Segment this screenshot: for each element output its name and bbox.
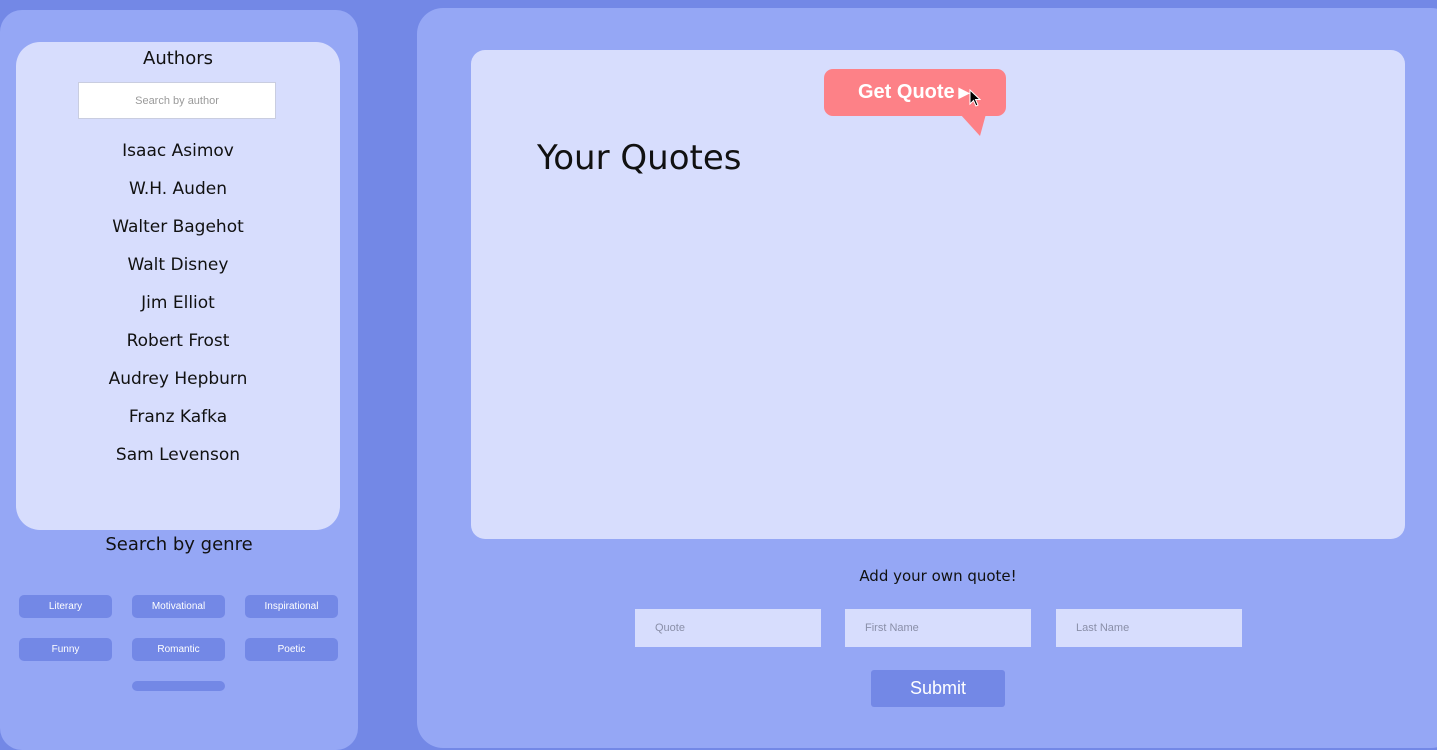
first-name-input[interactable]	[845, 609, 1031, 647]
quotes-card: Your Quotes	[471, 50, 1405, 539]
author-list: Isaac Asimov W.H. Auden Walter Bagehot W…	[16, 140, 340, 482]
genre-button-partial[interactable]	[132, 681, 225, 691]
author-list-item[interactable]: Franz Kafka	[16, 406, 340, 444]
authors-title: Authors	[143, 48, 213, 69]
last-name-input[interactable]	[1056, 609, 1242, 647]
genre-button-funny[interactable]: Funny	[19, 638, 112, 661]
author-list-item[interactable]: Walt Disney	[16, 254, 340, 292]
submit-button[interactable]: Submit	[871, 670, 1005, 707]
author-list-item[interactable]: Walter Bagehot	[16, 216, 340, 254]
quote-input[interactable]	[635, 609, 821, 647]
genre-button-literary[interactable]: Literary	[19, 595, 112, 618]
mouse-cursor-icon	[969, 89, 981, 107]
author-list-item[interactable]: Audrey Hepburn	[16, 368, 340, 406]
genre-button-poetic[interactable]: Poetic	[245, 638, 338, 661]
genre-button-inspirational[interactable]: Inspirational	[245, 595, 338, 618]
authors-card: Authors Isaac Asimov W.H. Auden Walter B…	[16, 42, 340, 530]
author-list-item[interactable]: W.H. Auden	[16, 178, 340, 216]
play-icon: ▶	[958, 84, 970, 100]
author-list-item[interactable]: Jim Elliot	[16, 292, 340, 330]
genre-title: Search by genre	[105, 534, 253, 555]
author-search-input[interactable]	[78, 82, 276, 119]
genre-button-romantic[interactable]: Romantic	[132, 638, 225, 661]
author-list-item[interactable]: Robert Frost	[16, 330, 340, 368]
quotes-title: Your Quotes	[537, 138, 742, 178]
add-quote-title: Add your own quote!	[859, 567, 1017, 585]
get-quote-label: Get Quote	[858, 81, 955, 103]
genre-button-motivational[interactable]: Motivational	[132, 595, 225, 618]
author-list-item[interactable]: Isaac Asimov	[16, 140, 340, 178]
author-list-item[interactable]: Sam Levenson	[16, 444, 340, 482]
